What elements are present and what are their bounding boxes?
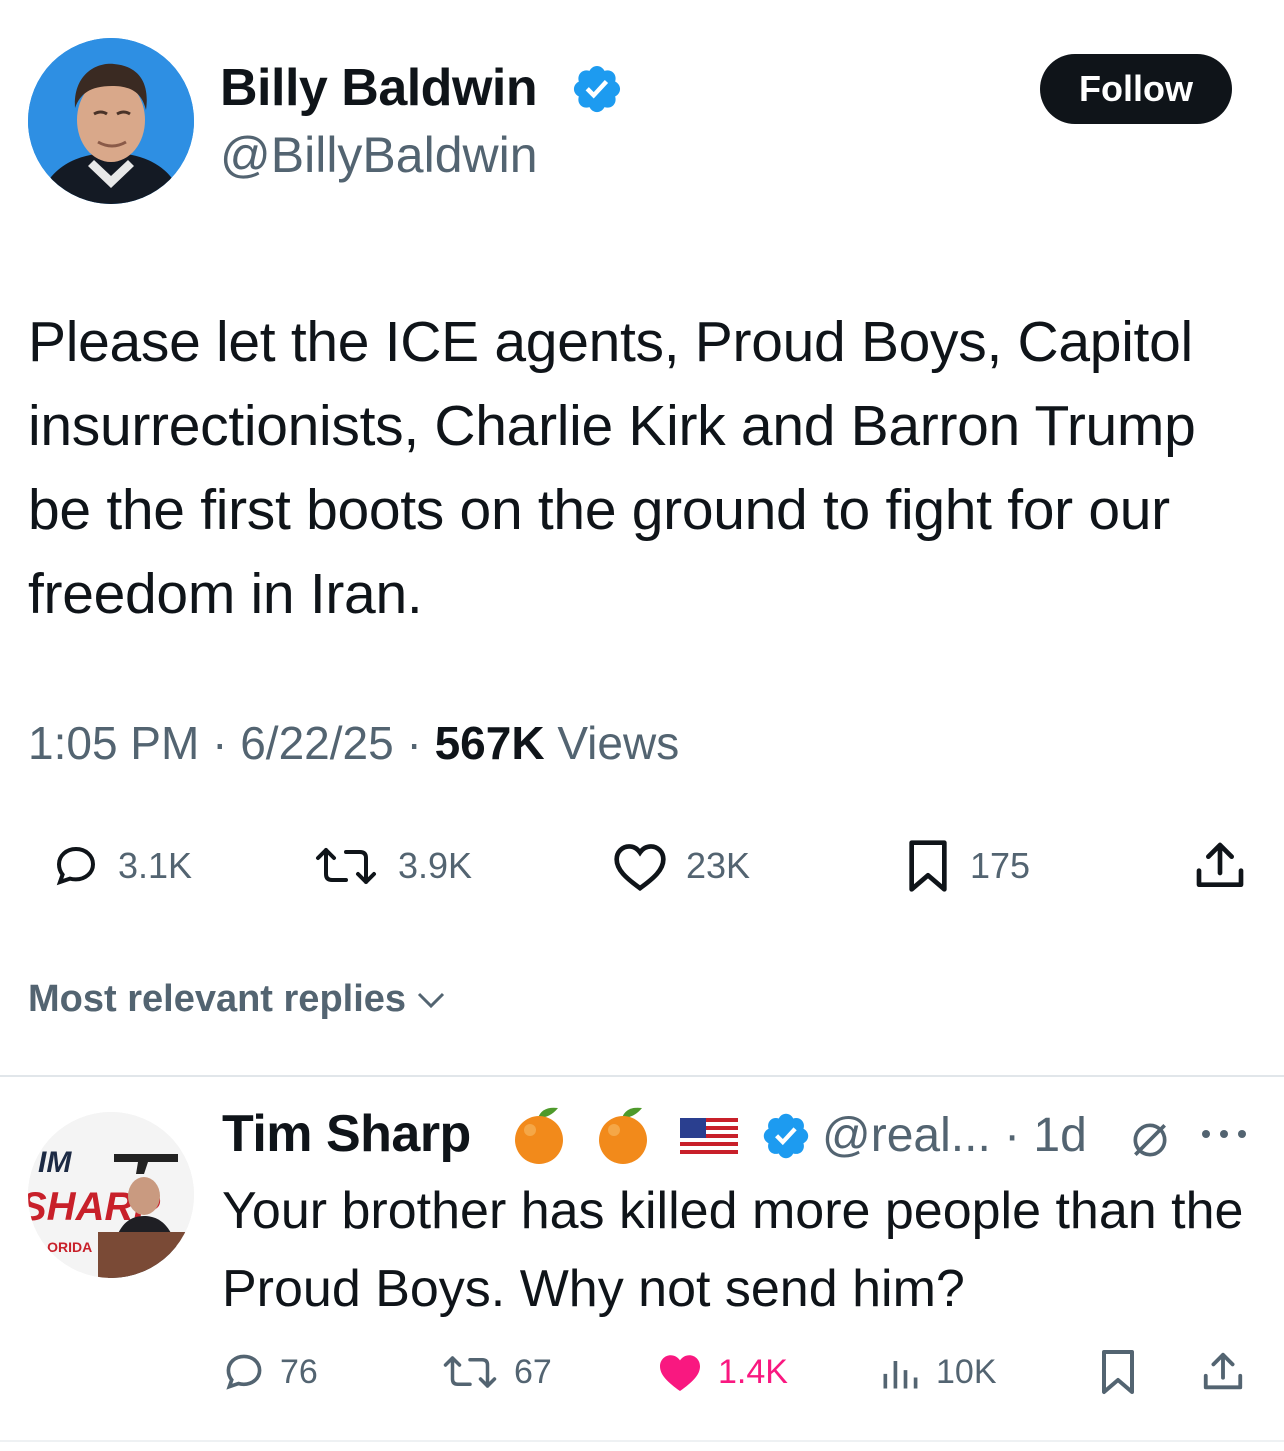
bookmark-button[interactable]: 175 [904, 836, 1030, 896]
views-count: 567K [434, 717, 545, 769]
repost-count: 3.9K [398, 845, 473, 886]
replies-sort-label: Most relevant replies [28, 978, 407, 1020]
meta-separator: · [406, 717, 422, 769]
reply-like-count: 1.4K [718, 1352, 788, 1391]
like-count: 23K [686, 845, 751, 886]
repost-icon [316, 848, 376, 884]
share-icon [1196, 842, 1244, 887]
reply-reply-count: 76 [280, 1352, 318, 1391]
like-icon [614, 844, 666, 892]
reply-views-count: 10K [936, 1352, 997, 1391]
reply-handle-time[interactable]: @real... · 1d [822, 1108, 1087, 1163]
svg-text:FLORIDA: FLORIDA [30, 1239, 92, 1255]
reply-repost-count: 67 [514, 1352, 552, 1391]
tweet-text: Please let the ICE agents, Proud Boys, C… [28, 310, 1196, 626]
orange-emoji-icon [510, 1104, 568, 1171]
reply-reply-button[interactable]: 76 [222, 1344, 318, 1400]
tweet-date[interactable]: 6/22/25 [240, 717, 393, 769]
repost-icon [443, 1356, 497, 1388]
reply-share-button[interactable] [1200, 1344, 1246, 1400]
share-button[interactable] [1192, 836, 1248, 896]
reply-author-avatar[interactable]: IM SHARP FLORIDA [28, 1112, 194, 1278]
grok-icon[interactable] [1128, 1118, 1172, 1167]
reply-author-name[interactable]: Tim Sharp [222, 1104, 471, 1164]
author-avatar[interactable] [28, 38, 194, 204]
reply-bookmark-button[interactable] [1098, 1344, 1138, 1400]
verified-icon [760, 1110, 812, 1167]
verified-icon [570, 62, 624, 116]
bookmark-icon [909, 840, 947, 892]
us-flag-icon [680, 1118, 738, 1159]
bookmark-count: 175 [970, 845, 1031, 886]
replies-sort-dropdown[interactable]: Most relevant replies [28, 978, 446, 1021]
divider [0, 1440, 1284, 1442]
svg-text:IM: IM [38, 1146, 72, 1179]
divider [0, 1075, 1284, 1077]
author-handle[interactable]: @BillyBaldwin [220, 126, 538, 184]
more-options-icon[interactable] [1196, 1122, 1252, 1151]
chevron-down-icon [417, 992, 445, 1008]
reply-icon [226, 1354, 262, 1390]
tweet-meta: 1:05 PM · 6/22/25 · 567K Views [28, 716, 679, 770]
orange-emoji-icon [594, 1104, 652, 1171]
share-icon [1203, 1352, 1243, 1390]
author-name[interactable]: Billy Baldwin [220, 58, 538, 118]
follow-button[interactable]: Follow [1040, 54, 1232, 124]
like-filled-icon [660, 1355, 700, 1391]
tweet-time[interactable]: 1:05 PM [28, 717, 199, 769]
reply-like-button[interactable]: 1.4K [656, 1344, 788, 1400]
reply-text: Your brother has killed more people than… [222, 1182, 1244, 1318]
views-label: Views [557, 717, 680, 769]
reply-repost-button[interactable]: 67 [440, 1344, 552, 1400]
reply-icon [56, 846, 96, 886]
reply-count: 3.1K [118, 845, 193, 886]
reply-button[interactable]: 3.1K [52, 836, 192, 896]
reply-views-button[interactable]: 10K [878, 1344, 997, 1400]
analytics-icon [883, 1361, 918, 1389]
repost-button[interactable]: 3.9K [312, 836, 472, 896]
meta-separator: · [212, 717, 228, 769]
bookmark-icon [1102, 1350, 1134, 1394]
like-button[interactable]: 23K [612, 836, 750, 896]
